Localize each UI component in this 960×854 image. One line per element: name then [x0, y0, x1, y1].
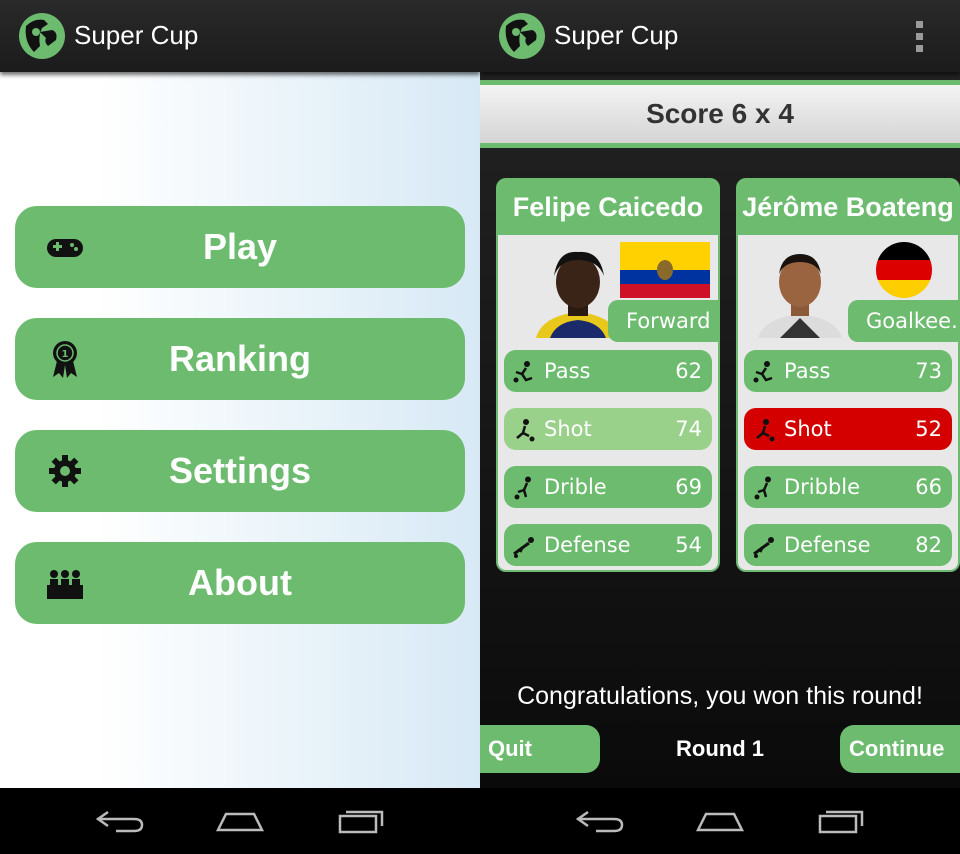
stat-label: Pass [544, 359, 591, 383]
gear-icon [49, 455, 81, 487]
gamepad-icon [47, 239, 83, 257]
settings-label: Settings [168, 450, 311, 491]
ribbon-medal-icon: 1 [53, 341, 77, 378]
pass-icon [513, 361, 533, 383]
stat-label: Pass [784, 359, 831, 383]
recent-apps-icon[interactable] [336, 808, 388, 834]
stat-shot[interactable]: Shot 74 [504, 408, 712, 450]
stat-value: 82 [915, 533, 942, 557]
stat-defense[interactable]: Defense 82 [744, 524, 952, 566]
action-bar: Super Cup [480, 0, 960, 72]
overflow-menu-icon[interactable] [916, 21, 924, 53]
stat-label: Shot [544, 417, 592, 441]
germany-flag-icon [876, 242, 932, 298]
back-icon[interactable] [574, 808, 626, 834]
stat-label: Drible [544, 475, 607, 499]
app-title: Super Cup [554, 20, 679, 50]
player-card-1: Felipe Caicedo Forward Pass 62 Shot 74 D… [496, 178, 720, 572]
pass-icon [753, 361, 773, 383]
stat-value: 74 [675, 417, 702, 441]
ranking-label: Ranking [168, 338, 311, 379]
stat-value: 54 [675, 533, 702, 557]
score-bar: Score 6 x 4 [480, 80, 960, 148]
stat-label: Dribble [784, 475, 861, 499]
ecuador-flag-icon [620, 242, 710, 298]
system-navigation-bar [0, 788, 480, 854]
home-icon[interactable] [694, 808, 746, 834]
ranking-button[interactable]: 1 Ranking [15, 318, 465, 400]
stat-value: 69 [675, 475, 702, 499]
stat-label: Defense [544, 533, 631, 557]
player-card-2: Jérôme Boateng Goalkee... Pass 73 Shot [736, 178, 960, 572]
round-result-message: Congratulations, you won this round! [517, 682, 923, 710]
recent-apps-icon[interactable] [816, 808, 868, 834]
game-screen: Super Cup Score 6 x 4 Felipe Caicedo For… [480, 0, 960, 854]
action-bar: Super Cup [0, 0, 480, 72]
stat-shot[interactable]: Shot 52 [744, 408, 952, 450]
round-indicator: Round 1 [676, 736, 764, 761]
dribble-icon [514, 476, 531, 500]
app-logo-icon [499, 13, 545, 59]
about-label: About [188, 562, 292, 603]
system-navigation-bar [480, 788, 960, 854]
defense-icon [753, 537, 774, 558]
stat-value: 73 [915, 359, 942, 383]
back-icon[interactable] [94, 808, 146, 834]
defense-icon [513, 537, 534, 558]
home-icon[interactable] [214, 808, 266, 834]
player-name: Jérôme Boateng [738, 180, 958, 235]
svg-text:1: 1 [62, 349, 69, 360]
menu-background: Play 1 Ranking Settings About [0, 72, 480, 788]
stat-dribble[interactable]: Drible 69 [504, 466, 712, 508]
play-label: Play [202, 226, 278, 267]
player-name: Felipe Caicedo [498, 180, 718, 235]
stat-value: 52 [915, 417, 942, 441]
dribble-icon [754, 476, 771, 500]
stat-value: 66 [915, 475, 942, 499]
player-position: Forward [608, 300, 718, 342]
stat-defense[interactable]: Defense 54 [504, 524, 712, 566]
app-logo-icon [19, 13, 65, 59]
stat-label: Defense [784, 533, 871, 557]
quit-button[interactable]: Quit [480, 725, 600, 773]
shot-icon [516, 419, 535, 442]
audience-icon [47, 570, 83, 599]
stat-pass[interactable]: Pass 62 [504, 350, 712, 392]
player-position: Goalkee... [848, 300, 958, 342]
stat-pass[interactable]: Pass 73 [744, 350, 952, 392]
play-button[interactable]: Play [15, 206, 465, 288]
settings-button[interactable]: Settings [15, 430, 465, 512]
player-photo [750, 238, 850, 338]
continue-button[interactable]: Continue [840, 725, 960, 773]
shot-icon [756, 419, 775, 442]
about-button[interactable]: About [15, 542, 465, 624]
stat-dribble[interactable]: Dribble 66 [744, 466, 952, 508]
stat-label: Shot [784, 417, 832, 441]
stat-value: 62 [675, 359, 702, 383]
main-menu-screen: Super Cup Play 1 Ranking Settings About [0, 0, 480, 854]
app-title: Super Cup [74, 20, 199, 50]
